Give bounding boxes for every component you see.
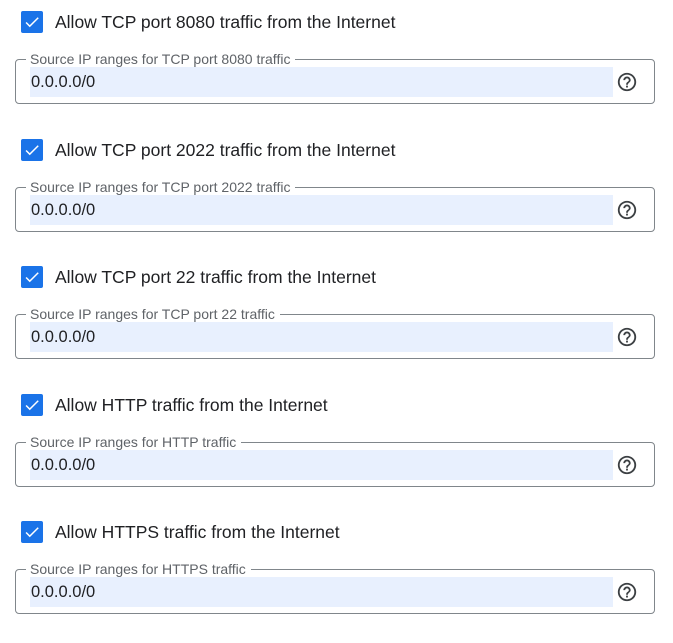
field-label: Source IP ranges for TCP port 22 traffic (26, 306, 280, 323)
checkmark-icon (25, 272, 39, 283)
checkbox-checked[interactable] (21, 139, 43, 161)
source-ip-input[interactable] (30, 450, 613, 480)
help-circle-icon[interactable] (616, 326, 638, 348)
source-ip-field: Source IP ranges for TCP port 8080 traff… (15, 51, 655, 104)
checkbox-checked[interactable] (21, 11, 43, 33)
firewall-rule-tcp-22: Allow TCP port 22 traffic from the Inter… (0, 255, 673, 383)
field-label: Source IP ranges for TCP port 2022 traff… (26, 179, 296, 196)
source-ip-input[interactable] (30, 195, 613, 225)
source-ip-field: Source IP ranges for TCP port 22 traffic (15, 306, 655, 359)
field-label: Source IP ranges for HTTPS traffic (26, 561, 251, 578)
help-circle-icon[interactable] (616, 454, 638, 476)
source-ip-field: Source IP ranges for HTTPS traffic (15, 561, 655, 614)
field-label: Source IP ranges for TCP port 8080 traff… (26, 51, 296, 68)
checkbox-label: Allow HTTP traffic from the Internet (55, 395, 328, 415)
source-ip-input[interactable] (30, 577, 613, 607)
checkbox-label: Allow TCP port 2022 traffic from the Int… (55, 140, 396, 160)
source-ip-field: Source IP ranges for TCP port 2022 traff… (15, 179, 655, 232)
help-circle-icon[interactable] (616, 199, 638, 221)
checkbox-label: Allow HTTPS traffic from the Internet (55, 522, 340, 542)
checkmark-icon (25, 17, 39, 28)
checkbox-row[interactable]: Allow HTTP traffic from the Internet (21, 393, 328, 417)
source-ip-field: Source IP ranges for HTTP traffic (15, 434, 655, 487)
checkbox-checked[interactable] (21, 266, 43, 288)
firewall-rule-tcp-2022: Allow TCP port 2022 traffic from the Int… (0, 128, 673, 256)
checkbox-row[interactable]: Allow TCP port 8080 traffic from the Int… (21, 10, 395, 34)
help-circle-icon[interactable] (616, 581, 638, 603)
checkbox-row[interactable]: Allow HTTPS traffic from the Internet (21, 520, 340, 544)
checkbox-checked[interactable] (21, 394, 43, 416)
checkbox-checked[interactable] (21, 521, 43, 543)
firewall-rule-http: Allow HTTP traffic from the Internet Sou… (0, 383, 673, 511)
checkmark-icon (25, 145, 39, 156)
help-circle-icon[interactable] (616, 71, 638, 93)
checkmark-icon (25, 400, 39, 411)
source-ip-input[interactable] (30, 322, 613, 352)
checkbox-row[interactable]: Allow TCP port 22 traffic from the Inter… (21, 265, 376, 289)
checkbox-row[interactable]: Allow TCP port 2022 traffic from the Int… (21, 138, 395, 162)
checkbox-label: Allow TCP port 22 traffic from the Inter… (55, 267, 376, 287)
firewall-rule-tcp-8080: Allow TCP port 8080 traffic from the Int… (0, 0, 673, 128)
field-label: Source IP ranges for HTTP traffic (26, 434, 242, 451)
source-ip-input[interactable] (30, 67, 613, 97)
checkbox-label: Allow TCP port 8080 traffic from the Int… (55, 12, 396, 32)
checkmark-icon (25, 527, 39, 538)
firewall-rule-https: Allow HTTPS traffic from the Internet So… (0, 510, 673, 638)
